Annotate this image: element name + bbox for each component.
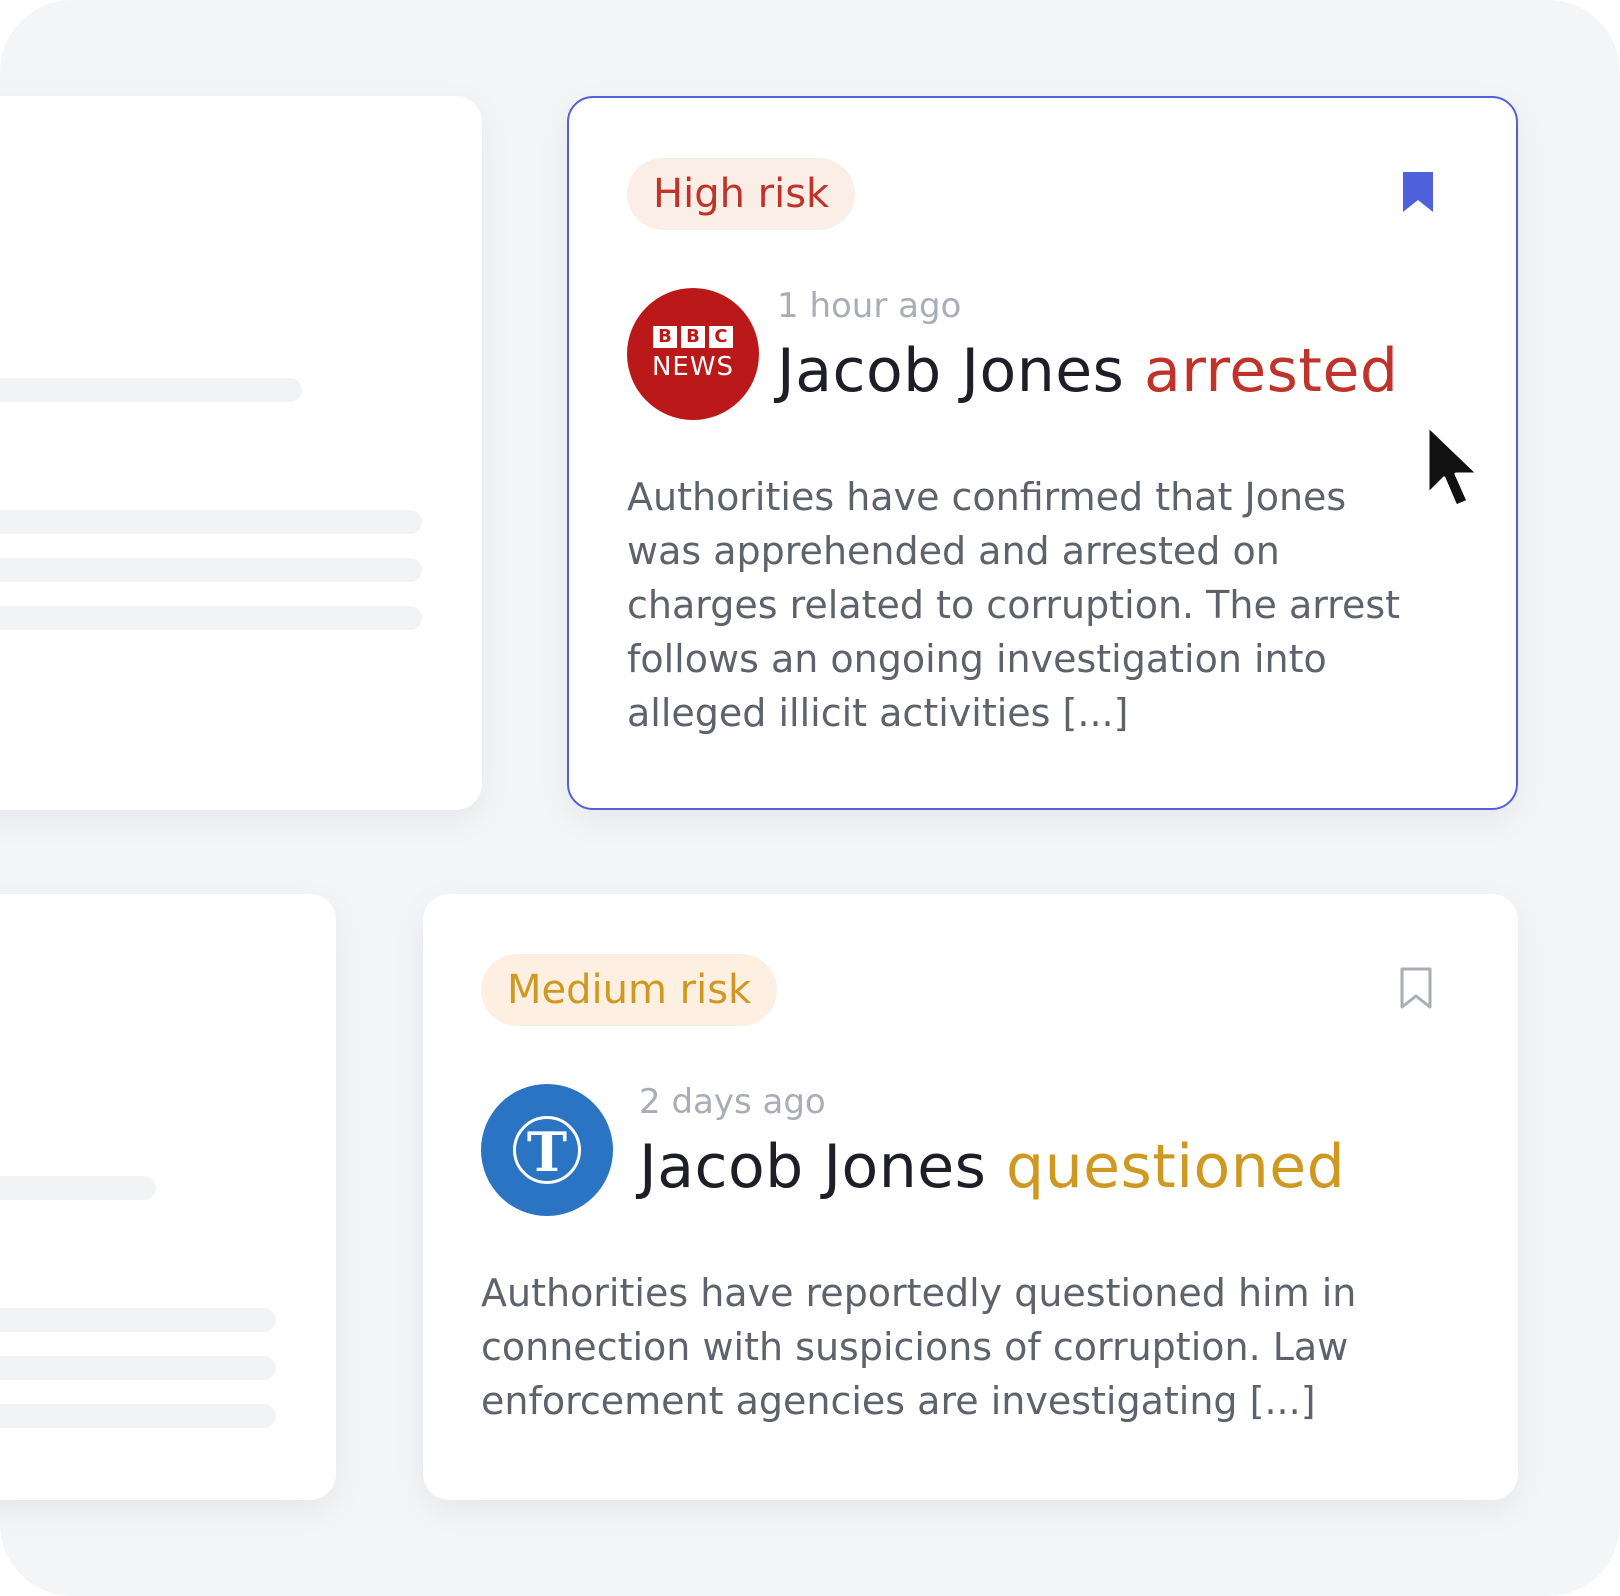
headline-verb: arrested	[1144, 336, 1399, 406]
placeholder-line	[0, 558, 422, 582]
headline-name: Jacob Jones	[777, 336, 1125, 406]
bbc-block-c: C	[709, 326, 733, 348]
bbc-blocks: B B C	[653, 326, 733, 348]
placeholder-line	[0, 1356, 276, 1380]
mouse-pointer-icon	[1426, 424, 1480, 508]
risk-badge-high: High risk	[627, 158, 856, 230]
bookmark-filled-icon[interactable]	[1401, 170, 1435, 214]
headline-name: Jacob Jones	[639, 1132, 987, 1202]
bbc-block-b: B	[653, 326, 677, 348]
bbc-news-logo: B B C NEWS	[627, 288, 759, 420]
risk-badge-medium: Medium risk	[481, 954, 778, 1026]
placeholder-line	[0, 1404, 276, 1428]
timestamp: 2 days ago	[639, 1082, 826, 1122]
telegraph-glyph: T	[526, 1120, 568, 1184]
news-card-high-risk[interactable]: High risk B B C NEWS 1 hour ago Jacob Jo…	[567, 96, 1518, 810]
app-canvas: High risk B B C NEWS 1 hour ago Jacob Jo…	[0, 0, 1620, 1596]
telegraph-logo: T	[481, 1084, 613, 1216]
bbc-block-b2: B	[681, 326, 705, 348]
placeholder-card-top	[0, 96, 482, 810]
placeholder-card-bottom	[0, 894, 336, 1500]
article-excerpt: Authorities have confirmed that Jones wa…	[627, 475, 1401, 735]
article-excerpt: Authorities have reportedly questioned h…	[481, 1271, 1357, 1423]
headline[interactable]: Jacob Jones arrested	[777, 336, 1398, 406]
headline[interactable]: Jacob Jones questioned	[639, 1132, 1345, 1202]
placeholder-line	[0, 510, 422, 534]
placeholder-line	[0, 1176, 156, 1200]
placeholder-line	[0, 606, 422, 630]
headline-verb: questioned	[1006, 1132, 1346, 1202]
bookmark-outline-icon[interactable]	[1399, 966, 1433, 1010]
placeholder-line	[0, 1308, 276, 1332]
news-card-medium-risk[interactable]: Medium risk T 2 days ago Jacob Jones que…	[423, 894, 1518, 1500]
placeholder-line	[0, 378, 302, 402]
timestamp: 1 hour ago	[777, 286, 962, 326]
bbc-news-wordmark: NEWS	[651, 352, 735, 382]
